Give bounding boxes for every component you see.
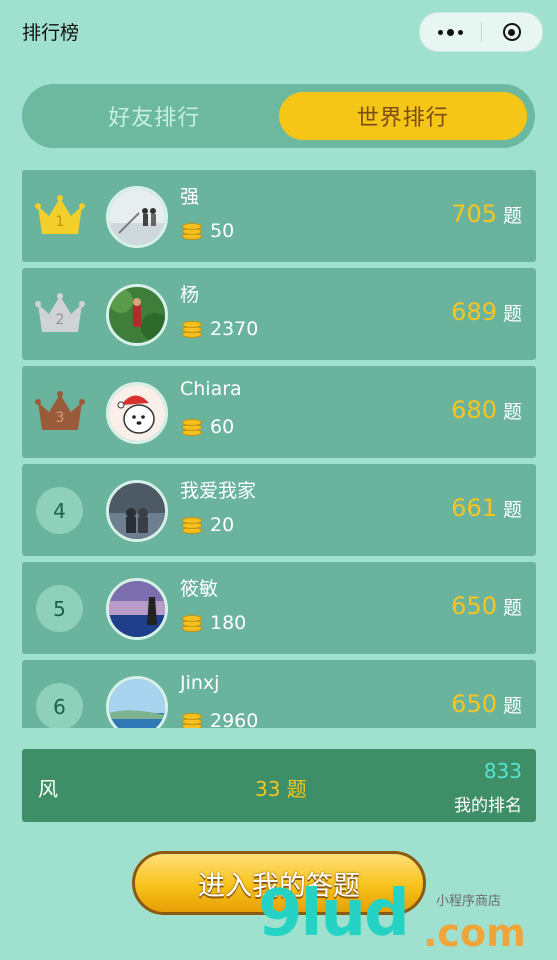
coin-stack-icon (180, 319, 204, 339)
my-ranking-bar: 风 33 题 833 我的排名 (22, 749, 536, 822)
page-title: 排行榜 (22, 22, 80, 44)
ranking-row: 2 杨 2370 689 题 (22, 268, 536, 360)
score-unit: 题 (502, 695, 522, 717)
coin-value: 180 (210, 612, 247, 634)
coin-stack-icon (180, 417, 204, 437)
score: 650 题 (451, 690, 522, 718)
rank-number: 2 (55, 312, 65, 328)
more-menu-button[interactable] (420, 13, 481, 51)
ranking-row: 5 筱敏 180 650 题 (22, 562, 536, 654)
score-unit: 题 (502, 597, 522, 619)
ranking-row: 4 我爱我家 20 661 题 (22, 464, 536, 556)
score-value: 705 (451, 200, 497, 228)
coin-stack-icon (180, 711, 204, 728)
score-value: 680 (451, 396, 497, 424)
ranking-tabs: 好友排行 世界排行 (22, 84, 535, 148)
site-watermark: 9lud .com 小程序商店 (258, 882, 548, 960)
score-unit: 题 (502, 401, 522, 423)
coin-stack-icon (180, 221, 204, 241)
watermark-main: 9lud (258, 877, 410, 951)
more-dots-icon (437, 28, 463, 36)
my-score: 33 题 (255, 777, 307, 801)
coin-value: 20 (210, 514, 235, 536)
coin-balance: 2960 (180, 710, 258, 728)
score-value: 689 (451, 298, 497, 326)
coin-stack-icon (180, 613, 204, 633)
player-name: 杨 (180, 284, 200, 306)
coin-value: 2960 (210, 710, 259, 728)
avatar[interactable] (106, 676, 168, 728)
avatar[interactable] (106, 284, 168, 346)
coin-value: 2370 (210, 318, 259, 340)
silver-crown-icon: 2 (35, 288, 85, 338)
title-bar: 排行榜 (0, 0, 557, 64)
coin-balance: 180 (180, 612, 246, 634)
player-name: 我爱我家 (180, 480, 257, 502)
player-name: 强 (180, 186, 200, 208)
ranking-list[interactable]: 1 强 50 705 题 2 杨 2370 689 题 3 Chiara 60 … (22, 170, 536, 728)
player-name: 筱敏 (180, 578, 219, 600)
score-unit: 题 (502, 303, 522, 325)
avatar[interactable] (106, 578, 168, 640)
coin-value: 60 (210, 416, 235, 438)
tab-world-ranking[interactable]: 世界排行 (278, 92, 527, 140)
my-rank-label: 我的排名 (454, 796, 522, 816)
rank-number: 3 (55, 410, 65, 426)
watermark-suffix: .com (423, 911, 526, 955)
rank-number: 6 (36, 683, 83, 728)
coin-balance: 60 (180, 416, 234, 438)
my-name: 风 (38, 777, 58, 801)
score: 680 题 (451, 396, 522, 424)
watermark-subtitle: 小程序商店 (436, 894, 502, 909)
gold-crown-icon: 1 (35, 190, 85, 240)
score: 650 题 (451, 592, 522, 620)
score: 705 题 (451, 200, 522, 228)
close-mini-program-button[interactable] (482, 13, 543, 51)
coin-value: 50 (210, 220, 235, 242)
tab-friends-ranking[interactable]: 好友排行 (30, 92, 279, 140)
score-value: 650 (451, 690, 497, 718)
score-value: 650 (451, 592, 497, 620)
player-name: Chiara (180, 378, 242, 400)
ranking-row: 1 强 50 705 题 (22, 170, 536, 262)
rank-number: 1 (55, 214, 65, 230)
my-rank-value: 833 (483, 759, 522, 783)
ranking-row: 3 Chiara 60 680 题 (22, 366, 536, 458)
player-name: Jinxj (180, 672, 220, 694)
score: 689 题 (451, 298, 522, 326)
coin-balance: 50 (180, 220, 234, 242)
coin-balance: 2370 (180, 318, 258, 340)
coin-balance: 20 (180, 514, 234, 536)
rank-number: 4 (36, 487, 83, 534)
bronze-crown-icon: 3 (35, 386, 85, 436)
avatar[interactable] (106, 186, 168, 248)
score: 661 题 (451, 494, 522, 522)
ranking-row: 6 Jinxj 2960 650 题 (22, 660, 536, 728)
avatar[interactable] (106, 382, 168, 444)
mini-program-capsule (419, 12, 543, 52)
coin-stack-icon (180, 515, 204, 535)
target-circle-icon (502, 23, 521, 41)
score-unit: 题 (502, 205, 522, 227)
rank-number: 5 (36, 585, 83, 632)
avatar[interactable] (106, 480, 168, 542)
score-value: 661 (451, 494, 497, 522)
score-unit: 题 (502, 499, 522, 521)
